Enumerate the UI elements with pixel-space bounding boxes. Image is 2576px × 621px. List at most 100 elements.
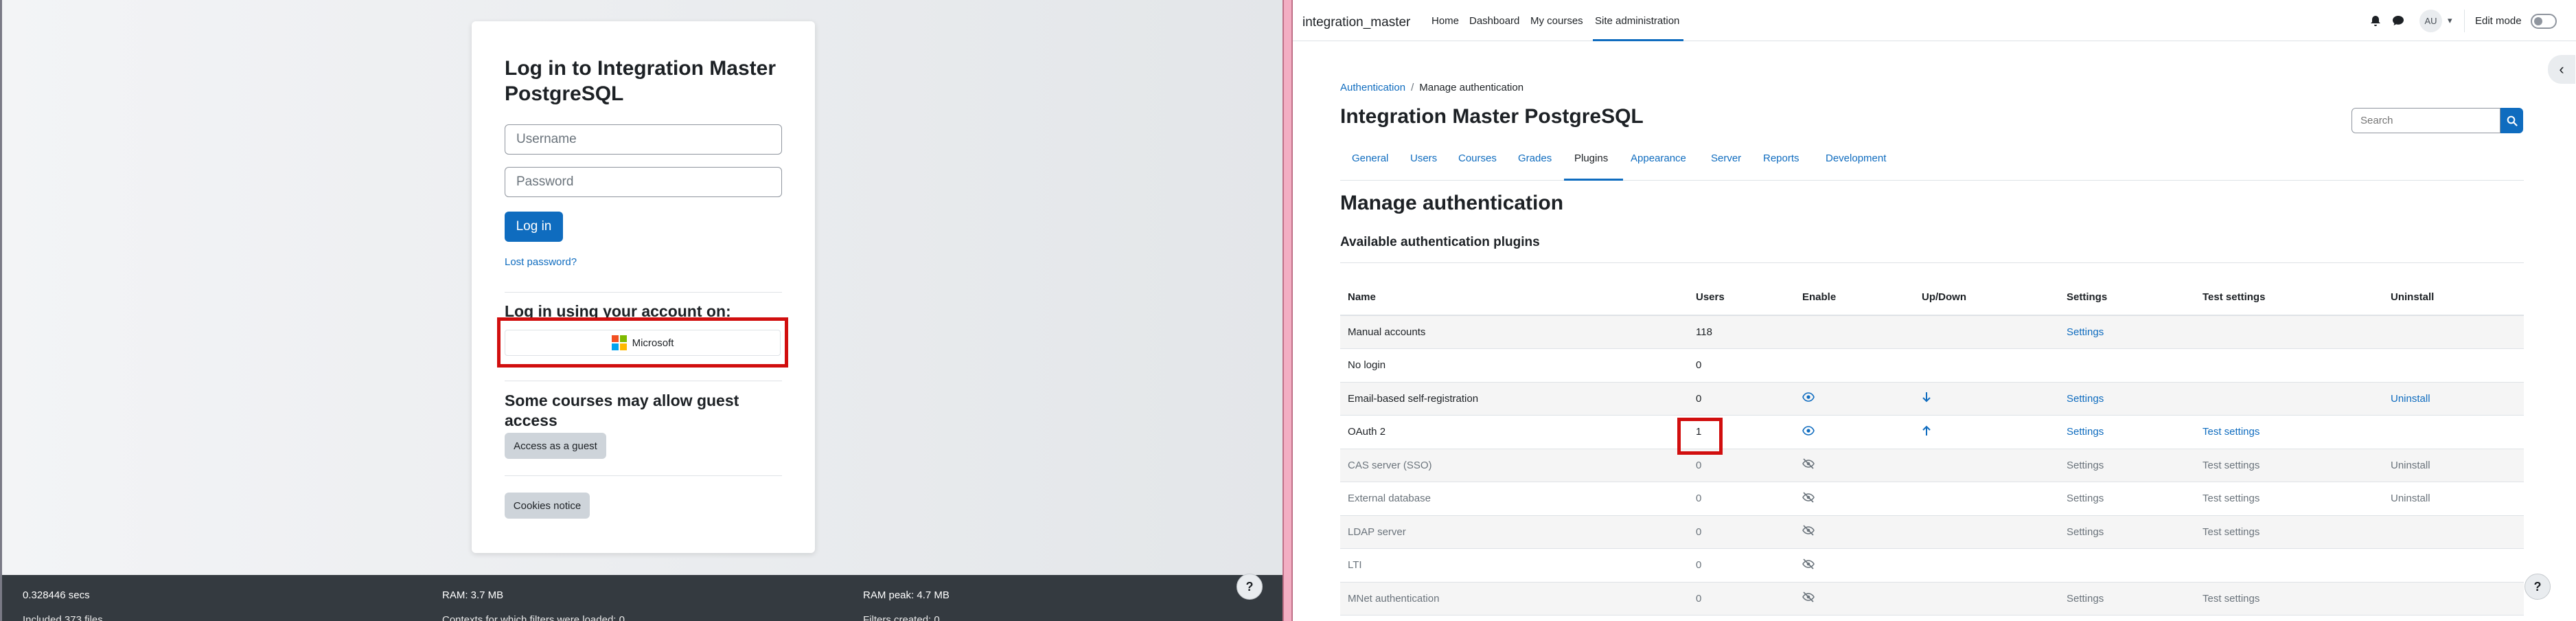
chevron-down-icon[interactable]: ▾ <box>2448 15 2452 26</box>
test-settings-cell: Test settings <box>2195 582 2383 616</box>
plugin-name: Manual accounts <box>1340 315 1688 349</box>
enable-cell <box>1795 582 1914 616</box>
eye-slash-icon[interactable] <box>1802 492 1815 506</box>
settings-link[interactable]: Settings <box>2067 593 2104 605</box>
tab-general[interactable]: General <box>1352 153 1388 164</box>
plugin-name: Email-based self-registration <box>1340 382 1688 416</box>
uninstall-cell: Uninstall <box>2383 449 2524 482</box>
window-divider[interactable] <box>1283 0 1293 621</box>
settings-link[interactable]: Settings <box>2067 426 2104 438</box>
plugin-users-count: 118 <box>1688 315 1795 349</box>
uninstall-link[interactable]: Uninstall <box>2391 493 2430 504</box>
guest-heading: Some courses may allow guest access <box>505 392 739 429</box>
settings-link[interactable]: Settings <box>2067 493 2104 504</box>
column-header: Settings <box>2059 280 2195 316</box>
nav-site-administration[interactable]: Site administration <box>1595 15 1679 27</box>
updown-cell <box>1914 482 2059 516</box>
lost-password-link[interactable]: Lost password? <box>505 256 577 268</box>
help-button[interactable]: ? <box>2525 574 2551 600</box>
nav-dashboard[interactable]: Dashboard <box>1469 15 1519 27</box>
nav-home[interactable]: Home <box>1431 15 1459 27</box>
login-title: Log in to Integration Master PostgreSQL <box>505 57 776 105</box>
settings-cell: Settings <box>2059 315 2195 349</box>
eye-slash-icon[interactable] <box>1802 525 1815 539</box>
guest-access-button[interactable]: Access as a guest <box>505 433 606 459</box>
test-settings-link[interactable]: Test settings <box>2203 593 2259 605</box>
login-button[interactable]: Log in <box>505 212 563 242</box>
bell-icon[interactable] <box>2369 14 2382 27</box>
plugin-users-count: 0 <box>1688 548 1795 583</box>
site-name[interactable]: integration_master <box>1302 15 1410 30</box>
eye-slash-icon[interactable] <box>1802 458 1815 472</box>
test-settings-cell <box>2195 348 2383 383</box>
edit-mode-toggle[interactable] <box>2531 14 2557 29</box>
cookies-notice-button[interactable]: Cookies notice <box>505 493 590 519</box>
help-button[interactable]: ? <box>1237 574 1263 600</box>
table-row: LTI 0 <box>1340 548 2524 583</box>
test-settings-link[interactable]: Test settings <box>2203 493 2259 504</box>
column-header: Test settings <box>2195 280 2383 316</box>
arrow-down-icon[interactable] <box>1922 392 1931 405</box>
footer-included-files: Included 373 files <box>23 614 103 621</box>
plugin-users-count: 0 <box>1688 382 1795 416</box>
chevron-left-icon[interactable]: ‹ <box>2548 55 2575 84</box>
test-settings-cell: Test settings <box>2195 449 2383 482</box>
eye-slash-icon[interactable] <box>1802 591 1815 605</box>
uninstall-cell <box>2383 582 2524 616</box>
plugin-users-count: 0 <box>1688 348 1795 383</box>
edit-mode-label: Edit mode <box>2475 15 2522 27</box>
tab-courses[interactable]: Courses <box>1458 153 1497 164</box>
subsection-heading: Available authentication plugins <box>1340 235 1540 249</box>
tab-appearance[interactable]: Appearance <box>1631 153 1686 164</box>
admin-page: integration_master Home Dashboard My cou… <box>1293 0 2576 621</box>
eye-icon[interactable] <box>1802 425 1815 438</box>
login-page: Log in to Integration Master PostgreSQL … <box>0 0 1283 621</box>
search-input[interactable] <box>2351 108 2500 133</box>
enable-cell <box>1795 415 1914 449</box>
plugin-name: No login <box>1340 348 1688 383</box>
plugin-users-count: 0 <box>1688 515 1795 549</box>
updown-cell <box>1914 582 2059 616</box>
breadcrumb-authentication[interactable]: Authentication <box>1340 82 1405 93</box>
breadcrumb-current: Manage authentication <box>1419 82 1524 93</box>
settings-link[interactable]: Settings <box>2067 393 2104 405</box>
test-settings-link[interactable]: Test settings <box>2203 426 2259 438</box>
plugin-name: External database <box>1340 482 1688 516</box>
settings-link[interactable]: Settings <box>2067 326 2104 338</box>
avatar[interactable]: AU <box>2419 10 2442 32</box>
password-input[interactable] <box>505 167 782 197</box>
settings-cell: Settings <box>2059 415 2195 449</box>
search-button[interactable] <box>2500 108 2523 133</box>
test-settings-link[interactable]: Test settings <box>2203 526 2259 538</box>
eye-slash-icon[interactable] <box>1802 558 1815 572</box>
enable-cell <box>1795 315 1914 349</box>
settings-cell: Settings <box>2059 449 2195 482</box>
settings-link[interactable]: Settings <box>2067 526 2104 538</box>
plugin-name: OAuth 2 <box>1340 415 1688 449</box>
divider <box>505 292 782 293</box>
auth-plugins-table: Name Users Enable Up/Down Settings Test … <box>1340 280 2524 616</box>
settings-link[interactable]: Settings <box>2067 460 2104 471</box>
table-row: Email-based self-registration 0 Settings Un… <box>1340 382 2524 416</box>
updown-cell <box>1914 515 2059 549</box>
table-row: No login 0 <box>1340 348 2524 383</box>
tab-server[interactable]: Server <box>1711 153 1741 164</box>
tab-reports[interactable]: Reports <box>1763 153 1799 164</box>
username-input[interactable] <box>505 124 782 155</box>
uninstall-link[interactable]: Uninstall <box>2391 393 2430 405</box>
nav-my-courses[interactable]: My courses <box>1530 15 1583 27</box>
chat-icon[interactable] <box>2391 14 2405 27</box>
enable-cell <box>1795 515 1914 549</box>
tab-development[interactable]: Development <box>1826 153 1886 164</box>
eye-icon[interactable] <box>1802 392 1815 405</box>
plugin-name: LTI <box>1340 548 1688 583</box>
highlight-box <box>497 317 788 368</box>
test-settings-link[interactable]: Test settings <box>2203 460 2259 471</box>
tab-grades[interactable]: Grades <box>1518 153 1552 164</box>
test-settings-cell <box>2195 315 2383 349</box>
tab-plugins[interactable]: Plugins <box>1574 153 1608 164</box>
tab-users[interactable]: Users <box>1410 153 1437 164</box>
uninstall-link[interactable]: Uninstall <box>2391 460 2430 471</box>
arrow-up-icon[interactable] <box>1922 425 1931 439</box>
plugin-users-count: 0 <box>1688 482 1795 516</box>
